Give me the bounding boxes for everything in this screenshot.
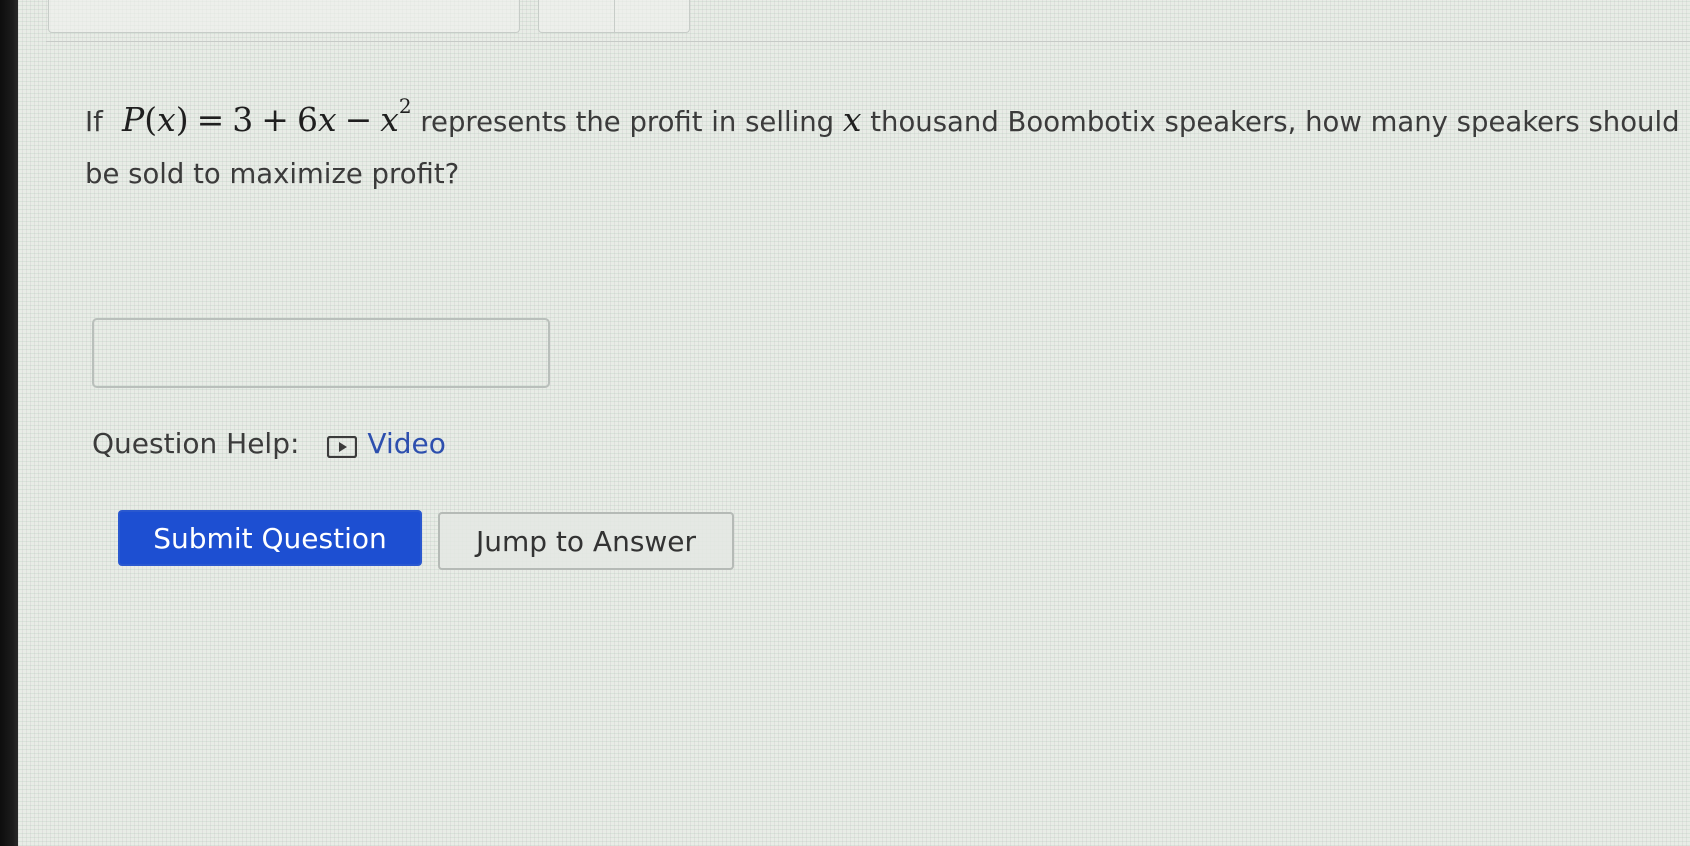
question-text: If P(x) = 3 +6x − x2 represents the profit in…: [85, 86, 1685, 200]
video-link-label: Video: [367, 426, 446, 460]
tab-divider: [614, 0, 615, 32]
monitor-bezel: [0, 0, 18, 846]
video-help-link[interactable]: Video: [327, 426, 446, 460]
profit-formula: P(x) = 3 +6x − x2: [122, 94, 412, 139]
header-divider: [46, 41, 1690, 42]
question-text-part1: represents the profit in selling: [420, 106, 835, 138]
jump-to-answer-button[interactable]: Jump to Answer: [438, 512, 734, 570]
play-icon: [327, 432, 358, 459]
question-page: If P(x) = 3 +6x − x2 represents the profit in…: [18, 0, 1690, 846]
question-prefix: If: [85, 106, 103, 138]
submit-question-button[interactable]: Submit Question: [118, 510, 422, 566]
question-nav-tab-secondary[interactable]: [538, 0, 690, 33]
question-help: Question Help: Video: [92, 423, 446, 463]
question-help-label: Question Help:: [92, 426, 300, 460]
question-nav-tab[interactable]: [48, 0, 520, 33]
action-buttons: Submit Question Jump to Answer: [118, 510, 734, 570]
answer-input[interactable]: [92, 318, 550, 388]
inline-variable: x: [842, 100, 862, 139]
